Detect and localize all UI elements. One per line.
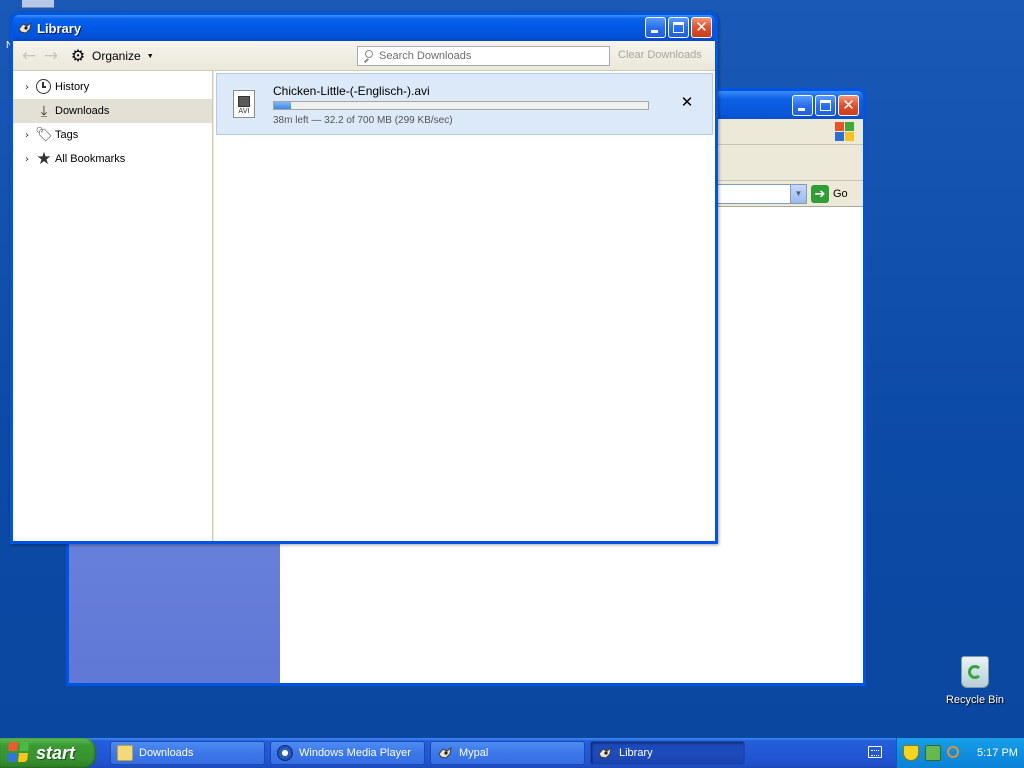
chevron-down-icon[interactable]: ▼ xyxy=(790,185,806,203)
forward-arrow-icon[interactable]: → xyxy=(41,46,61,66)
taskbar-clock[interactable]: 5:17 PM xyxy=(977,747,1018,759)
library-window[interactable]: Library ✕ ← → ⚙ Organize ▼ Cle xyxy=(10,12,718,544)
desktop-icon-partial[interactable] xyxy=(22,0,54,8)
search-input[interactable] xyxy=(379,50,599,62)
download-file-name: Chicken-Little-(-Englisch-).avi xyxy=(273,84,430,98)
mypal-icon xyxy=(437,745,453,761)
minimize-button[interactable] xyxy=(645,17,666,38)
cancel-download-button[interactable]: ✕ xyxy=(679,94,695,110)
go-button[interactable]: ➔ Go xyxy=(811,184,861,204)
windows-flag-icon xyxy=(7,742,31,764)
minimize-icon xyxy=(651,30,658,33)
maximize-icon xyxy=(820,100,831,111)
taskbar: start Downloads Windows Media Player Myp… xyxy=(0,738,1024,768)
taskbar-button-mypal[interactable]: Mypal xyxy=(430,741,585,765)
sidebar-item-label: History xyxy=(55,81,90,93)
close-icon: ✕ xyxy=(695,18,708,36)
windows-flag-icon xyxy=(835,122,855,142)
tag-icon: 🏷 xyxy=(35,127,53,143)
expand-twisty-icon[interactable]: › xyxy=(19,130,35,141)
gear-icon: ⚙ xyxy=(70,46,86,65)
taskbar-button-library[interactable]: Library xyxy=(590,741,745,765)
mypal-icon xyxy=(17,20,33,36)
network-icon[interactable] xyxy=(925,745,941,761)
file-type-label: AVI xyxy=(238,107,250,115)
expand-twisty-icon[interactable]: › xyxy=(19,82,35,93)
taskbar-button-label: Library xyxy=(619,747,653,759)
expand-twisty-icon[interactable]: › xyxy=(19,154,35,165)
close-button[interactable]: ✕ xyxy=(838,95,859,116)
window-title: Library xyxy=(37,20,82,36)
sidebar-item-label: Downloads xyxy=(55,105,110,117)
taskbar-button-media-player[interactable]: Windows Media Player xyxy=(270,741,425,765)
download-arrow-icon: ⤓ xyxy=(40,102,48,120)
taskbar-button-label: Windows Media Player xyxy=(299,747,411,759)
download-progress-fill xyxy=(274,102,292,109)
minimize-button[interactable] xyxy=(792,95,813,116)
sidebar-item-tags[interactable]: › 🏷 Tags xyxy=(13,123,212,147)
sidebar-item-downloads[interactable]: ⤓ Downloads xyxy=(13,99,212,123)
recycle-bin-icon xyxy=(961,656,989,688)
download-progress-bar xyxy=(273,101,649,110)
go-label: Go xyxy=(833,188,848,200)
maximize-icon xyxy=(673,22,684,33)
taskbar-button-label: Downloads xyxy=(139,747,194,759)
sidebar-item-label: Tags xyxy=(55,129,79,141)
mypal-icon xyxy=(597,745,613,761)
star-icon: ★ xyxy=(36,149,52,169)
dropdown-caret-icon: ▼ xyxy=(146,52,154,60)
download-status: 38m left — 32.2 of 700 MB (299 KB/sec) xyxy=(273,115,453,126)
keyboard-icon[interactable] xyxy=(868,746,882,758)
clock-icon xyxy=(35,78,53,96)
back-arrow-icon[interactable]: ← xyxy=(19,46,39,66)
taskbar-button-label: Mypal xyxy=(459,747,489,759)
sidebar-item-all-bookmarks[interactable]: › ★ All Bookmarks xyxy=(13,147,212,171)
go-arrow-icon: ➔ xyxy=(811,185,829,203)
taskbar-button-downloads[interactable]: Downloads xyxy=(110,741,265,765)
organize-button[interactable]: ⚙ Organize ▼ xyxy=(69,46,154,66)
library-sidebar: › History ⤓ Downloads › 🏷 Tags › ★ All B… xyxy=(13,71,213,541)
desktop: N ✕ ▼ xyxy=(0,0,1024,738)
sidebar-item-history[interactable]: › History xyxy=(13,75,212,99)
download-item[interactable]: AVI Chicken-Little-(-Englisch-).avi 38m … xyxy=(216,73,713,135)
address-input[interactable]: ▼ xyxy=(709,184,807,204)
close-icon: ✕ xyxy=(842,96,855,114)
minimize-icon xyxy=(798,108,805,111)
organize-label: Organize xyxy=(92,49,141,63)
sidebar-item-label: All Bookmarks xyxy=(55,153,126,165)
library-titlebar[interactable]: Library ✕ xyxy=(13,15,715,41)
avi-file-icon: AVI xyxy=(233,90,255,118)
maximize-button[interactable] xyxy=(815,95,836,116)
start-label: start xyxy=(36,742,76,763)
media-player-icon xyxy=(277,745,293,761)
library-toolbar: ← → ⚙ Organize ▼ Clear Downloads xyxy=(13,41,715,71)
security-shield-icon[interactable] xyxy=(903,745,919,761)
downloads-list: AVI Chicken-Little-(-Englisch-).avi 38m … xyxy=(214,71,715,541)
search-downloads-field[interactable] xyxy=(357,46,610,66)
recycle-bin[interactable]: Recycle Bin xyxy=(940,656,1010,706)
folder-icon xyxy=(117,745,133,761)
system-tray: 5:17 PM xyxy=(896,738,1024,768)
start-button[interactable]: start xyxy=(0,738,96,768)
close-button[interactable]: ✕ xyxy=(691,17,712,38)
maximize-button[interactable] xyxy=(668,17,689,38)
recycle-bin-label: Recycle Bin xyxy=(945,694,1005,706)
clear-downloads-button[interactable]: Clear Downloads xyxy=(618,49,702,61)
search-icon[interactable] xyxy=(947,746,959,758)
search-icon xyxy=(363,50,375,63)
